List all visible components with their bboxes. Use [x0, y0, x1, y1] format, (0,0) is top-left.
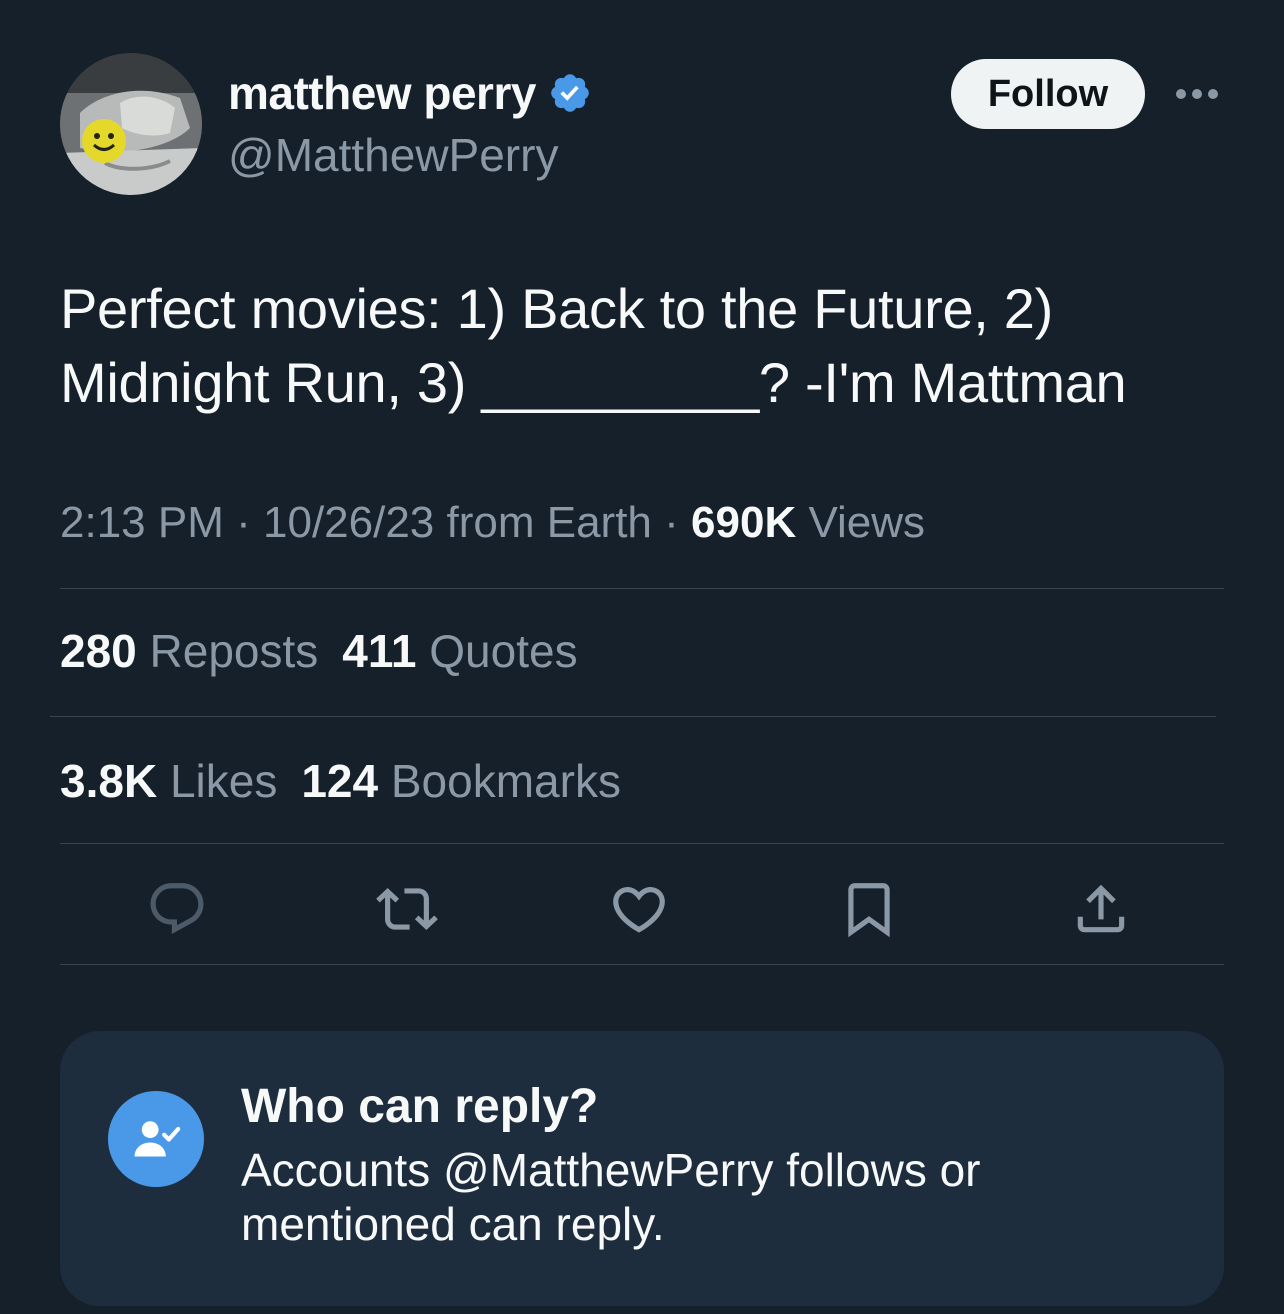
tweet-text-line: Perfect movies: 1) Back to the Future, 2… — [60, 277, 1053, 340]
meta-separator: · — [664, 498, 679, 547]
stats-row-likes-bookmarks: 3.8K Likes 124 Bookmarks — [60, 754, 621, 808]
divider — [60, 843, 1224, 844]
bookmark-icon — [848, 883, 890, 938]
author-handle[interactable]: @MatthewPerry — [228, 128, 558, 182]
follow-button[interactable]: Follow — [951, 59, 1145, 129]
views-label: Views — [808, 498, 926, 547]
likes-label: Likes — [169, 755, 278, 807]
verified-badge-icon — [551, 74, 589, 112]
share-button[interactable] — [1070, 878, 1132, 940]
tweet-source: from Earth — [446, 498, 652, 547]
bookmarks-label: Bookmarks — [390, 755, 621, 807]
bookmarks-count: 124 — [301, 755, 379, 807]
who-can-reply-card: Who can reply? Accounts @MatthewPerry fo… — [60, 1031, 1224, 1306]
reposts-label: Reposts — [149, 625, 319, 677]
like-button[interactable] — [608, 878, 670, 940]
likes-stat[interactable]: 3.8K Likes — [60, 755, 277, 807]
reply-icon — [150, 883, 204, 935]
tweet-date[interactable]: 10/26/23 — [263, 498, 434, 547]
avatar[interactable] — [60, 53, 202, 195]
reply-button[interactable] — [146, 878, 208, 940]
tweet-text-line: Midnight Run, 3) _________? -I'm Mattman — [60, 351, 1127, 414]
avatar-photo — [60, 53, 202, 195]
display-name[interactable]: matthew perry — [228, 66, 536, 120]
bookmarks-stat[interactable]: 124 Bookmarks — [301, 755, 621, 807]
like-icon — [613, 887, 665, 933]
author-name-row[interactable]: matthew perry — [228, 66, 592, 120]
views-count: 690K — [691, 498, 797, 547]
meta-separator: · — [236, 498, 251, 547]
tweet-meta: 2:13 PM · 10/26/23 from Earth · 690K Vie… — [60, 498, 925, 548]
reply-settings-body: Accounts @MatthewPerry follows or mentio… — [241, 1144, 981, 1250]
tweet-detail-page: matthew perry @MatthewPerry Follow Perfe… — [0, 0, 1284, 1314]
reposts-count: 280 — [60, 625, 137, 677]
bookmark-button[interactable] — [838, 878, 900, 940]
quotes-stat[interactable]: 411 Quotes — [342, 625, 577, 677]
repost-button[interactable] — [376, 878, 438, 940]
tweet-time[interactable]: 2:13 PM — [60, 498, 224, 547]
repost-icon — [376, 888, 438, 930]
reply-settings-badge — [108, 1091, 204, 1187]
stats-row-reposts-quotes: 280 Reposts 411 Quotes — [60, 624, 578, 678]
quotes-label: Quotes — [429, 625, 578, 677]
quotes-count: 411 — [342, 625, 417, 677]
divider — [60, 964, 1224, 965]
reply-settings-title: Who can reply? — [241, 1080, 599, 1133]
person-check-icon — [134, 1121, 181, 1157]
more-horizontal-icon[interactable] — [1174, 84, 1220, 104]
share-icon — [1077, 884, 1125, 933]
divider — [60, 588, 1224, 589]
reposts-stat[interactable]: 280 Reposts — [60, 625, 318, 677]
divider — [50, 716, 1216, 717]
likes-count: 3.8K — [60, 755, 158, 807]
tweet-text: Perfect movies: 1) Back to the Future, 2… — [60, 272, 1230, 420]
